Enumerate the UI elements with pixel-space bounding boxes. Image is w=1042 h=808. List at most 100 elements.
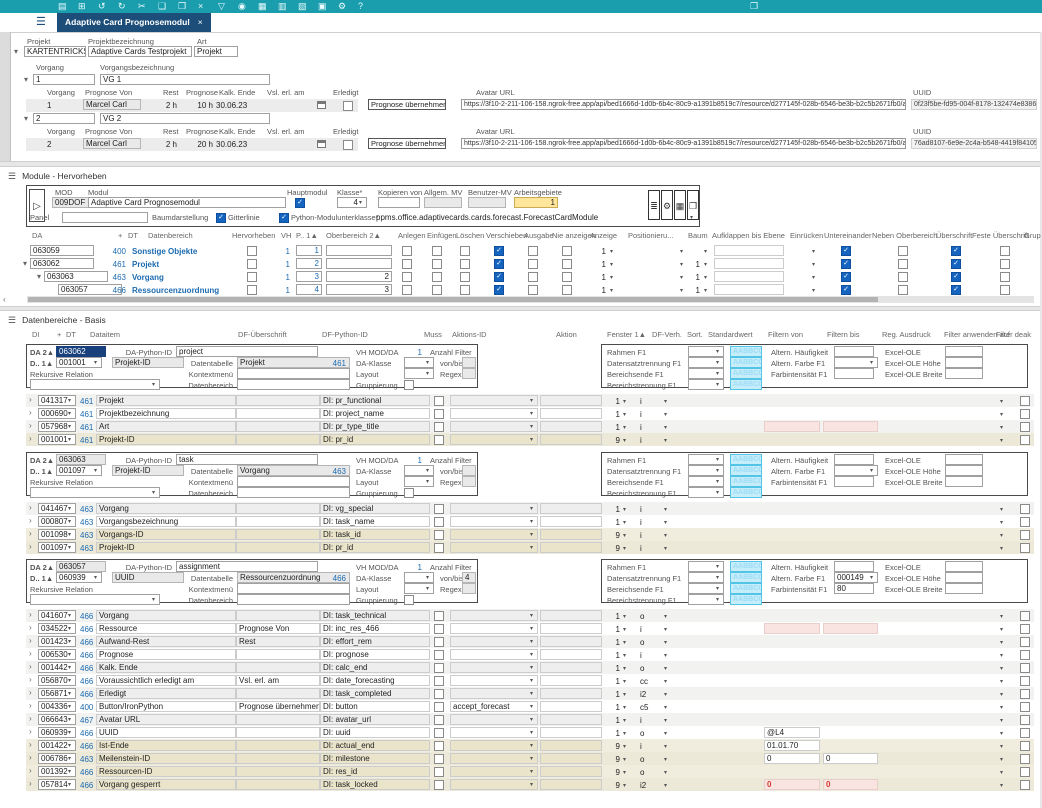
- oberbereich-field[interactable]: 2: [326, 271, 392, 282]
- oberbereich-field[interactable]: 3: [326, 284, 392, 295]
- dataitem-cell[interactable]: Prognose: [96, 649, 236, 660]
- di-dropdown-icon[interactable]: ▾: [68, 437, 71, 443]
- filtern-von-cell[interactable]: 0: [764, 779, 820, 790]
- rekursiv-dropdown-icon[interactable]: ▾: [152, 597, 155, 603]
- format-dropdown-icon[interactable]: ▾: [716, 468, 719, 474]
- neben-oberbereich-checkbox[interactable]: [898, 259, 908, 269]
- datenbereich-input[interactable]: [237, 379, 350, 390]
- di-dropdown-icon[interactable]: ▾: [68, 691, 71, 697]
- dataitem-cell[interactable]: Projekt-ID: [96, 434, 236, 445]
- dataitem-cell[interactable]: Kalk. Ende: [96, 662, 236, 673]
- filtern-von-cell[interactable]: 0: [764, 753, 820, 764]
- section-menu-icon[interactable]: ☰: [8, 171, 16, 181]
- aktions-id-cell[interactable]: accept_forecast: [450, 701, 538, 712]
- dataitem-cell[interactable]: Avatar URL: [96, 714, 236, 725]
- filter-anwenden-dropdown-icon[interactable]: ▾: [1000, 653, 1003, 659]
- aktions-id-dropdown-icon[interactable]: ▾: [530, 717, 533, 723]
- filter-deaktivieren-checkbox[interactable]: [1020, 715, 1030, 725]
- aktions-id-cell[interactable]: [450, 688, 538, 699]
- von-bis-field[interactable]: [462, 357, 476, 368]
- excel-ole-input[interactable]: [945, 346, 983, 357]
- prognose-von-field[interactable]: Marcel Carl: [83, 99, 141, 110]
- fenster-dropdown-icon[interactable]: ▾: [623, 653, 626, 659]
- nie-anzeigen-checkbox[interactable]: [562, 285, 572, 295]
- filter-anwenden-dropdown-icon[interactable]: ▾: [1000, 438, 1003, 444]
- aktions-id-cell[interactable]: [450, 516, 538, 527]
- df-ueberschrift-cell[interactable]: [236, 408, 320, 419]
- layout-select[interactable]: [404, 368, 434, 379]
- df-verh-dropdown-icon[interactable]: ▾: [664, 770, 667, 776]
- dataitem-cell[interactable]: Ressourcen-ID: [96, 766, 236, 777]
- aktion-cell[interactable]: [540, 408, 602, 419]
- muss-checkbox[interactable]: [434, 728, 444, 738]
- aktions-id-dropdown-icon[interactable]: ▾: [530, 411, 533, 417]
- filtern-von-cell[interactable]: [764, 623, 820, 634]
- prognose-uebernehmen-button[interactable]: Prognose übernehmen: [368, 138, 446, 149]
- filter-anwenden-dropdown-icon[interactable]: ▾: [1000, 692, 1003, 698]
- da-id-field[interactable]: 063057: [56, 561, 106, 572]
- color-swatch-field[interactable]: AABBCC: [730, 465, 762, 476]
- color-swatch-field[interactable]: AABBCC: [730, 476, 762, 487]
- filter-anwenden-dropdown-icon[interactable]: ▾: [1000, 546, 1003, 552]
- aktions-id-dropdown-icon[interactable]: ▾: [530, 665, 533, 671]
- einfuegen-checkbox[interactable]: [432, 285, 442, 295]
- di-dropdown-icon[interactable]: ▾: [68, 730, 71, 736]
- positionierung-dropdown-icon[interactable]: ▾: [680, 262, 683, 268]
- redo-icon[interactable]: ↻: [118, 1, 126, 12]
- layout-dropdown-icon[interactable]: ▾: [426, 371, 429, 377]
- da-id-field[interactable]: 063059: [30, 245, 94, 256]
- anzeige-dropdown-icon[interactable]: ▾: [610, 275, 613, 281]
- project-expand-icon[interactable]: ▾: [14, 48, 18, 56]
- muss-checkbox[interactable]: [434, 689, 444, 699]
- fenster-dropdown-icon[interactable]: ▾: [623, 399, 626, 405]
- df-verh-dropdown-icon[interactable]: ▾: [664, 744, 667, 750]
- dataitem-cell[interactable]: Vorgang gesperrt: [96, 779, 236, 790]
- ausgabe-checkbox[interactable]: [528, 272, 538, 282]
- project-art-cell[interactable]: Projekt: [194, 46, 238, 57]
- excel-ole-breite-input[interactable]: [945, 476, 983, 487]
- da-id-field[interactable]: 063062: [30, 258, 94, 269]
- df-python-id-cell[interactable]: DI: task_id: [320, 529, 430, 540]
- row-expand-icon[interactable]: ›: [29, 504, 32, 512]
- di-dropdown-icon[interactable]: ▾: [68, 756, 71, 762]
- avatar-url-field[interactable]: https://3f10-2-211-106-158.ngrok-free.ap…: [461, 138, 906, 149]
- row-expand-icon[interactable]: ›: [29, 396, 32, 404]
- aktion-cell[interactable]: [540, 529, 602, 540]
- di-dropdown-icon[interactable]: ▾: [68, 424, 71, 430]
- filter-deaktivieren-checkbox[interactable]: [1020, 530, 1030, 540]
- da-klasse-dropdown-icon[interactable]: ▾: [426, 575, 429, 581]
- gruppierung-checkbox[interactable]: [404, 595, 414, 605]
- df-verh-dropdown-icon[interactable]: ▾: [664, 783, 667, 789]
- dataitem-cell[interactable]: Erledigt: [96, 688, 236, 699]
- df-ueberschrift-cell[interactable]: [236, 503, 320, 514]
- muss-checkbox[interactable]: [434, 754, 444, 764]
- muss-checkbox[interactable]: [434, 624, 444, 634]
- di-dropdown-icon[interactable]: ▾: [68, 506, 71, 512]
- df-ueberschrift-cell[interactable]: [236, 662, 320, 673]
- muss-checkbox[interactable]: [434, 543, 444, 553]
- dataitem-cell[interactable]: Projekt: [96, 395, 236, 406]
- aufklappen-field[interactable]: [714, 245, 784, 256]
- calendar-icon[interactable]: [317, 101, 326, 109]
- tree-collapse-icon[interactable]: ▾: [37, 273, 41, 281]
- nie-anzeigen-checkbox[interactable]: [562, 272, 572, 282]
- df-ueberschrift-cell[interactable]: [236, 779, 320, 790]
- format-dropdown-icon[interactable]: ▾: [716, 564, 719, 570]
- section-menu-icon[interactable]: ☰: [8, 315, 16, 325]
- allgem-mv-field[interactable]: [424, 197, 462, 208]
- da-id-field[interactable]: 063063: [44, 271, 108, 282]
- aktions-id-cell[interactable]: [450, 662, 538, 673]
- row-expand-icon[interactable]: ›: [29, 637, 32, 645]
- row-expand-icon[interactable]: ›: [29, 767, 32, 775]
- df-python-id-cell[interactable]: DI: uuid: [320, 727, 430, 738]
- df-ueberschrift-cell[interactable]: [236, 529, 320, 540]
- muss-checkbox[interactable]: [434, 780, 444, 790]
- row-expand-icon[interactable]: ›: [29, 754, 32, 762]
- da-id-field[interactable]: 063063: [56, 454, 106, 465]
- uuid-field[interactable]: 76ad8107-6e9e-2c4a-b548-4419f84105e1: [911, 138, 1037, 149]
- df-ueberschrift-cell[interactable]: [236, 395, 320, 406]
- scrollbar-thumb[interactable]: [28, 297, 878, 302]
- feste-ueberschrift-checkbox[interactable]: [1000, 259, 1010, 269]
- row-expand-icon[interactable]: ›: [29, 409, 32, 417]
- color-swatch-field[interactable]: AABBCC: [730, 357, 762, 368]
